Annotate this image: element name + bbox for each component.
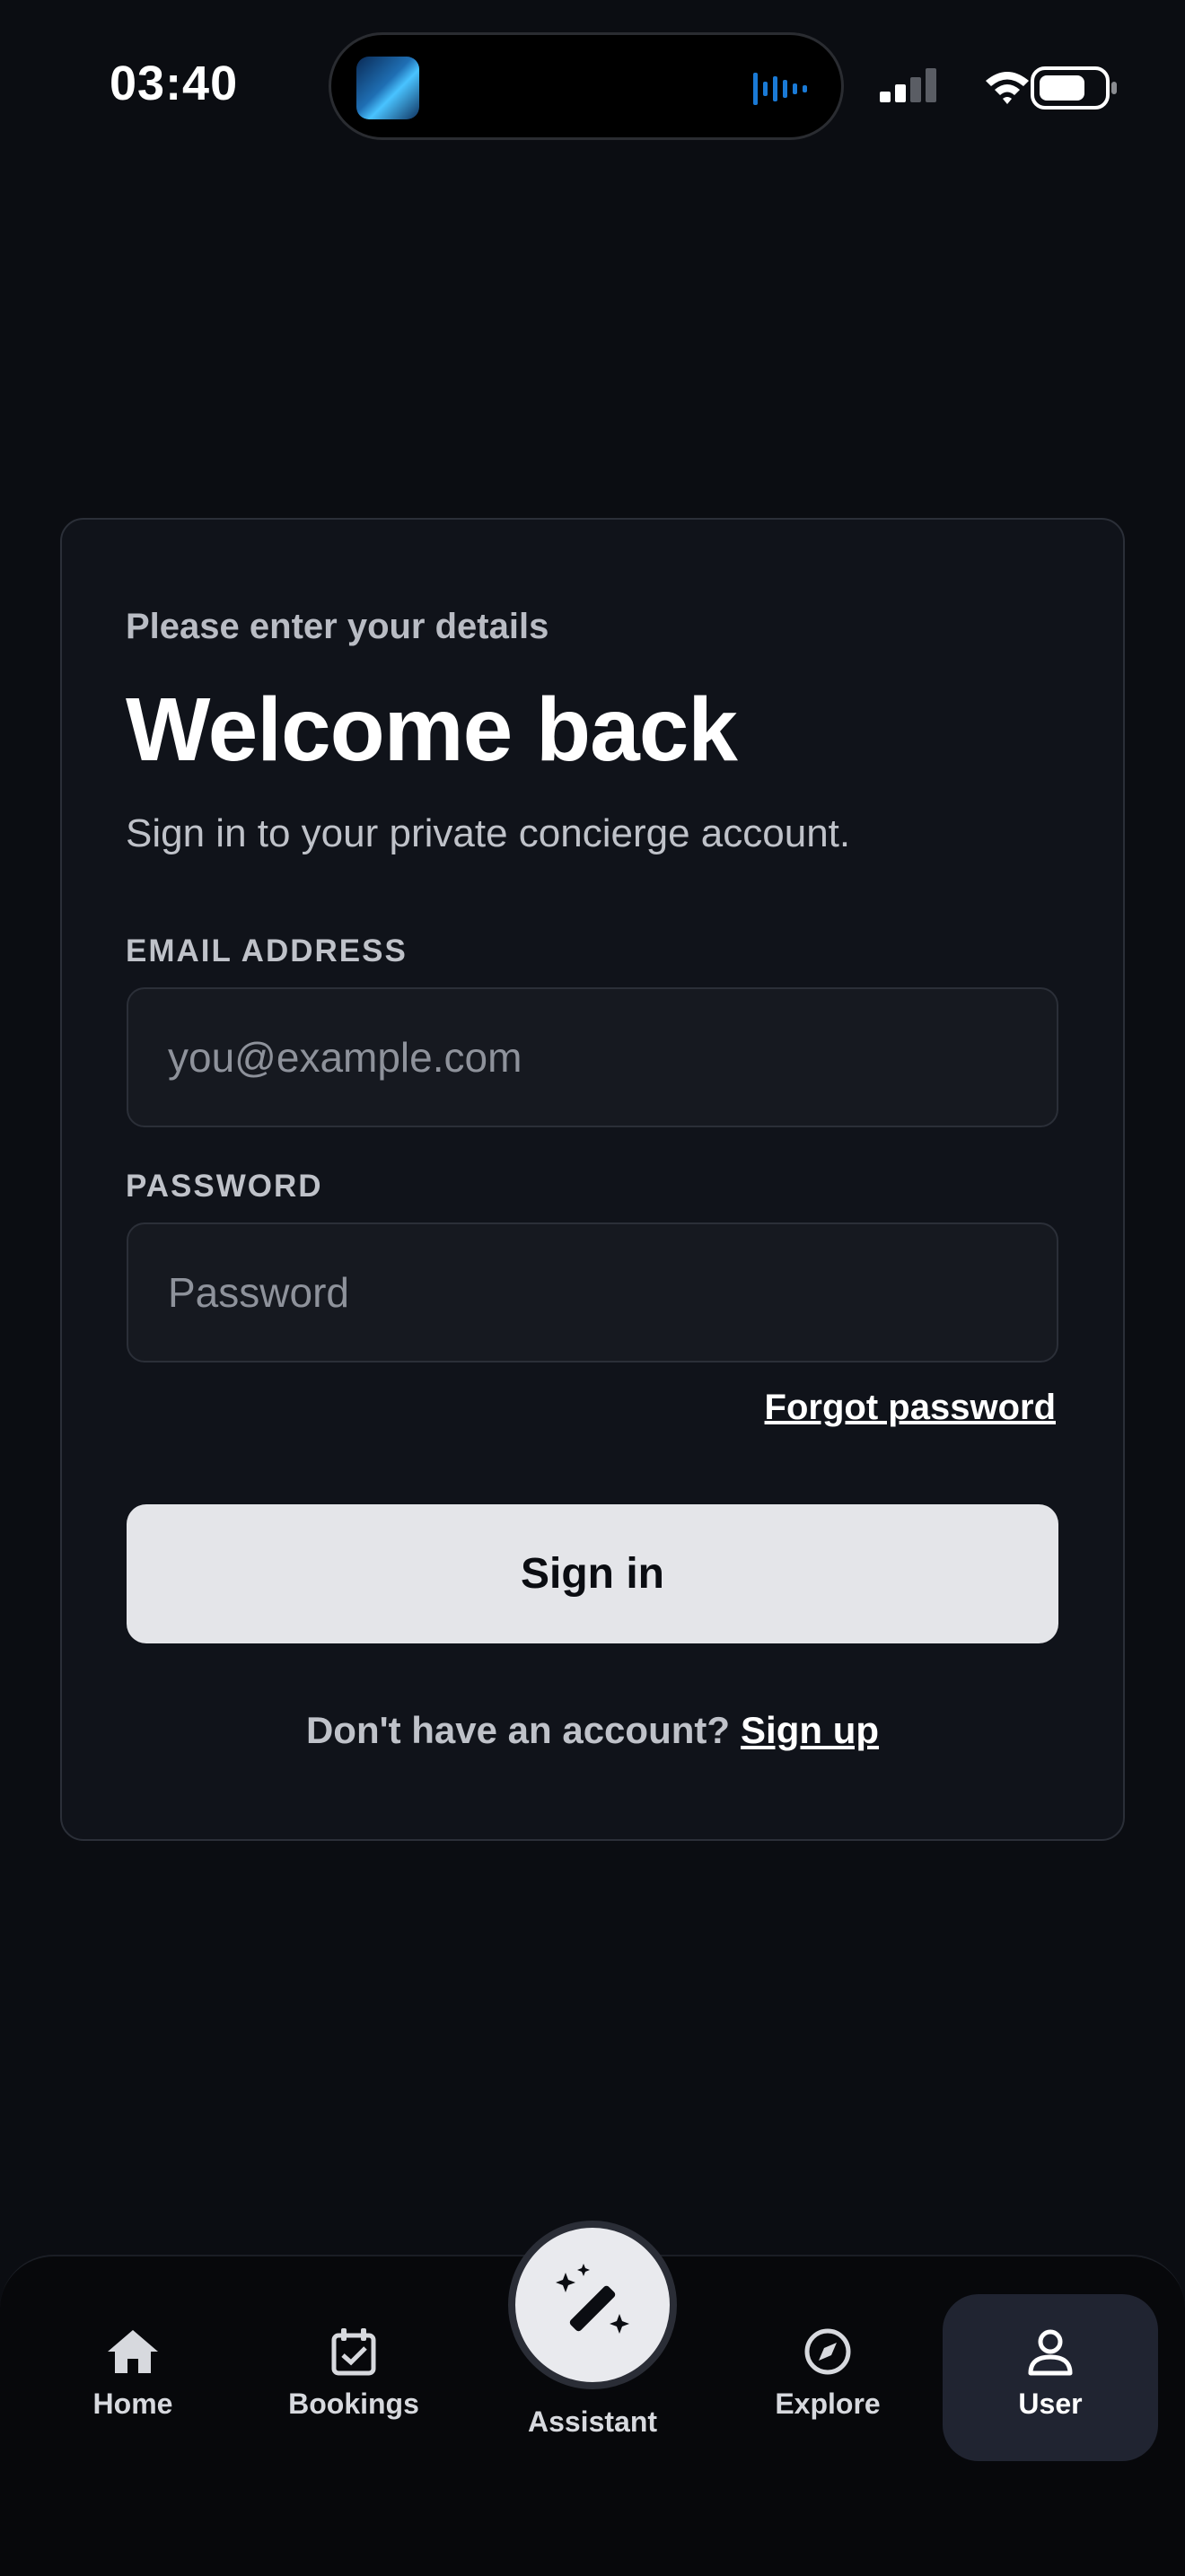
magic-wand-icon (556, 2264, 629, 2334)
login-subtitle: Please enter your details (126, 607, 549, 646)
user-icon (1028, 2329, 1073, 2376)
dynamic-island[interactable] (329, 32, 844, 140)
tab-assistant[interactable] (508, 2221, 677, 2389)
forgot-password-link[interactable]: Forgot password (765, 1388, 1056, 1428)
tab-explore-label: Explore (775, 2388, 881, 2420)
signal-icon (880, 68, 936, 102)
tab-home-label: Home (92, 2388, 173, 2420)
status-bar: 03:40 (0, 0, 1185, 171)
tab-bookings[interactable]: Bookings (264, 2294, 443, 2456)
tab-bookings-label: Bookings (288, 2388, 419, 2420)
password-label: PASSWORD (126, 1169, 323, 1204)
page-title: Welcome back (126, 679, 738, 780)
password-field[interactable] (127, 1222, 1058, 1362)
tab-user[interactable]: User (943, 2294, 1158, 2461)
status-icons (880, 66, 1117, 110)
tab-user-label: User (1018, 2388, 1083, 2420)
status-time: 03:40 (110, 57, 239, 110)
audio-wave-icon (753, 73, 807, 105)
tab-home[interactable]: Home (43, 2294, 223, 2456)
sign-in-button[interactable]: Sign in (127, 1504, 1058, 1643)
sign-up-link[interactable]: Sign up (741, 1709, 879, 1751)
compass-icon (804, 2328, 851, 2375)
wifi-icon (986, 72, 1029, 104)
battery-icon (1031, 66, 1117, 110)
email-field[interactable] (127, 987, 1058, 1127)
signup-prompt: Don't have an account? (305, 1709, 731, 1751)
tab-assistant-label: Assistant (527, 2405, 658, 2438)
tab-explore[interactable]: Explore (738, 2294, 917, 2456)
login-description: Sign in to your private concierge accoun… (126, 811, 851, 855)
signup-row: Don't have an account? Sign up (0, 1709, 1185, 1752)
now-playing-artwork (356, 57, 419, 119)
home-icon (108, 2330, 158, 2373)
calendar-check-icon (331, 2328, 376, 2376)
email-label: EMAIL ADDRESS (126, 933, 408, 968)
